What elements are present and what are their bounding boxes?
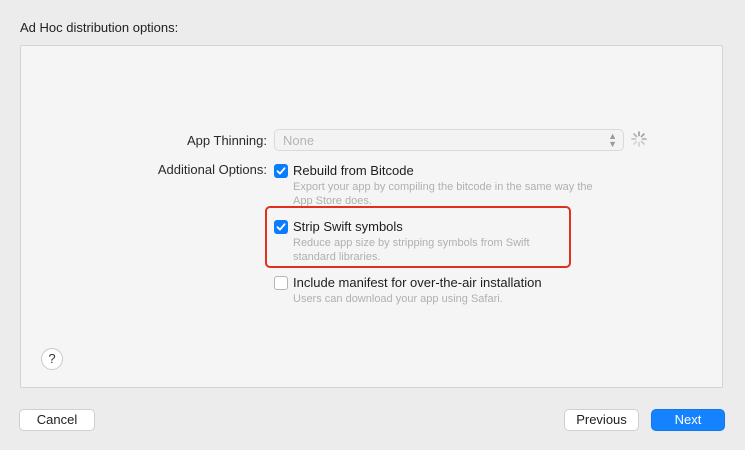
rebuild-from-bitcode-description: Export your app by compiling the bitcode… bbox=[293, 180, 623, 208]
up-down-chevron-icon: ▲ ▼ bbox=[608, 131, 617, 149]
rebuild-from-bitcode-checkbox[interactable] bbox=[274, 164, 288, 178]
previous-button[interactable]: Previous bbox=[564, 409, 639, 431]
page-title: Ad Hoc distribution options: bbox=[20, 20, 179, 35]
highlight-box bbox=[265, 206, 571, 268]
checkmark-icon bbox=[276, 167, 286, 175]
cancel-button[interactable]: Cancel bbox=[19, 409, 95, 431]
description-line: Export your app by compiling the bitcode… bbox=[293, 181, 593, 193]
additional-options-label: Additional Options: bbox=[157, 162, 267, 177]
include-manifest-label: Include manifest for over-the-air instal… bbox=[293, 275, 542, 290]
next-button[interactable]: Next bbox=[651, 409, 725, 431]
include-manifest-checkbox[interactable] bbox=[274, 276, 288, 290]
rebuild-from-bitcode-label: Rebuild from Bitcode bbox=[293, 163, 414, 178]
loading-spinner-icon bbox=[631, 131, 647, 147]
include-manifest-description: Users can download your app using Safari… bbox=[293, 292, 623, 306]
app-thinning-value: None bbox=[283, 133, 315, 148]
app-thinning-select[interactable]: None ▲ ▼ bbox=[274, 129, 624, 151]
description-line: Users can download your app using Safari… bbox=[293, 293, 503, 305]
help-button[interactable]: ? bbox=[41, 348, 63, 370]
app-thinning-label: App Thinning: bbox=[187, 133, 267, 148]
